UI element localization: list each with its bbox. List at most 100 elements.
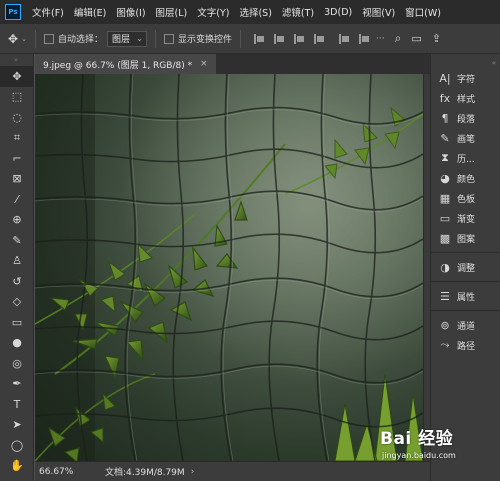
align-top-icon[interactable]	[337, 32, 351, 46]
panel-label: 色板	[457, 194, 476, 205]
toolbar-collapse-icon[interactable]: »	[0, 54, 33, 66]
gradient-tool-icon[interactable]: ▭	[0, 312, 34, 333]
close-icon[interactable]: ×	[200, 59, 208, 69]
type-tool-icon[interactable]: T	[0, 394, 34, 415]
brush-icon: ✎	[440, 131, 450, 145]
document-tab[interactable]: 9.jpeg @ 66.7% (图层 1, RGB/8) * ×	[35, 54, 216, 74]
share-icon[interactable]: ⇪	[432, 32, 441, 45]
panel-color[interactable]: ◕ 颜色	[431, 168, 500, 188]
eyedropper-tool-icon[interactable]: ⁄	[0, 189, 34, 210]
pen-tool-icon[interactable]: ✒	[0, 374, 34, 395]
canvas-image	[35, 74, 423, 461]
document-canvas[interactable]	[35, 74, 423, 461]
swatches-icon: ▦	[439, 191, 451, 205]
search-icon[interactable]: ⌕	[395, 31, 402, 46]
shape-tool-icon[interactable]: ◯	[0, 435, 34, 456]
panel-character[interactable]: A| 字符	[431, 68, 500, 88]
menu-file[interactable]: 文件(F)	[27, 5, 69, 19]
panel-gradients[interactable]: ▭ 渐变	[431, 208, 500, 228]
panel-label: 属性	[457, 292, 476, 303]
more-options-icon[interactable]: ···	[376, 34, 385, 44]
auto-select-value: 图层	[111, 35, 130, 45]
menu-filter[interactable]: 滤镜(T)	[277, 5, 319, 19]
panel-collapse-icon[interactable]: «	[431, 58, 500, 68]
gradient-icon: ▭	[439, 211, 451, 225]
panel-swatches[interactable]: ▦ 色板	[431, 188, 500, 208]
panel-adjustments[interactable]: ◑ 调整	[431, 257, 500, 277]
panel-label: 字符	[457, 74, 476, 85]
panel-channels[interactable]: ⊚ 通道	[431, 315, 500, 335]
vertical-scrollbar[interactable]	[423, 74, 430, 461]
panel-label: 图案	[457, 234, 476, 245]
frame-tool-icon[interactable]: ⊠	[0, 169, 34, 190]
panel-label: 通道	[457, 321, 476, 332]
move-tool-preset-icon[interactable]: ✥	[8, 32, 18, 46]
panel-label: 画笔	[457, 134, 476, 145]
panel-label: 历...	[457, 154, 475, 165]
blur-tool-icon[interactable]: ●	[0, 333, 34, 354]
align-right-icon[interactable]	[292, 32, 306, 46]
align-left-icon[interactable]	[252, 32, 266, 46]
panel-patterns[interactable]: ▩ 图案	[431, 228, 500, 248]
brush-tool-icon[interactable]: ✎	[0, 230, 34, 251]
crop-tool-icon[interactable]: ⌐	[0, 148, 34, 169]
menu-3d[interactable]: 3D(D)	[319, 7, 357, 18]
history-icon: ⧗	[441, 151, 449, 164]
channels-icon: ⊚	[440, 318, 450, 332]
history-brush-tool-icon[interactable]: ↺	[0, 271, 34, 292]
panel-paths[interactable]: ⤳ 路径	[431, 335, 500, 355]
menu-select[interactable]: 选择(S)	[234, 5, 276, 19]
paths-icon: ⤳	[440, 338, 450, 351]
panel-label: 段落	[457, 114, 476, 125]
lasso-tool-icon[interactable]: ◌	[0, 107, 34, 128]
align-vcenter-icon[interactable]	[357, 32, 371, 46]
character-icon: A|	[439, 71, 451, 85]
eraser-tool-icon[interactable]: ◇	[0, 292, 34, 313]
menu-bar: Ps 文件(F) 编辑(E) 图像(I) 图层(L) 文字(Y) 选择(S) 滤…	[0, 0, 500, 24]
watermark-url: jingyan.baidu.com	[382, 451, 456, 460]
document-size: 文档:4.39M/8.79M	[105, 468, 185, 478]
align-hcenter-icon[interactable]	[272, 32, 286, 46]
panel-properties[interactable]: ☰ 属性	[431, 286, 500, 306]
move-tool-icon[interactable]: ✥	[0, 66, 34, 87]
auto-select-dropdown[interactable]: 图层 ⌄	[106, 30, 147, 47]
tools-panel: » ✥ ⬚ ◌ ⌗ ⌐ ⊠ ⁄ ⊕ ✎ ♙ ↺ ◇ ▭ ● ◎ ✒ T ➤ ◯ …	[0, 54, 34, 481]
panel-label: 颜色	[457, 174, 476, 185]
menu-view[interactable]: 视图(V)	[357, 5, 400, 19]
object-select-tool-icon[interactable]: ⌗	[0, 128, 34, 149]
healing-brush-tool-icon[interactable]: ⊕	[0, 210, 34, 231]
photoshop-logo-icon[interactable]: Ps	[5, 4, 21, 20]
menu-type[interactable]: 文字(Y)	[192, 5, 234, 19]
show-transform-checkbox[interactable]	[163, 33, 174, 44]
hand-tool-icon[interactable]: ✋	[0, 456, 34, 477]
clone-stamp-tool-icon[interactable]: ♙	[0, 251, 34, 272]
panel-group-4: ⊚ 通道 ⤳ 路径	[431, 311, 500, 359]
panel-group-3: ☰ 属性	[431, 282, 500, 311]
preset-chevron-icon[interactable]: ⌄	[21, 35, 27, 43]
auto-select-label: 自动选择：	[57, 35, 103, 45]
panel-brush[interactable]: ✎ 画笔	[431, 128, 500, 148]
menu-layer[interactable]: 图层(L)	[151, 5, 193, 19]
panel-history[interactable]: ⧗ 历...	[431, 148, 500, 168]
panel-styles[interactable]: fx 样式	[431, 88, 500, 108]
distribute-icon[interactable]	[312, 32, 326, 46]
properties-icon: ☰	[440, 289, 450, 303]
panel-group-2: ◑ 调整	[431, 253, 500, 282]
panel-paragraph[interactable]: ¶ 段落	[431, 108, 500, 128]
color-icon: ◕	[440, 171, 450, 185]
workspace-icon[interactable]: ▭	[411, 32, 421, 45]
adjustments-icon: ◑	[440, 260, 450, 274]
patterns-icon: ▩	[439, 231, 451, 245]
panel-label: 路径	[457, 341, 476, 352]
menu-window[interactable]: 窗口(W)	[400, 5, 446, 19]
marquee-tool-icon[interactable]: ⬚	[0, 87, 34, 108]
status-menu-arrow-icon[interactable]: ›	[191, 467, 195, 477]
auto-select-checkbox[interactable]	[43, 33, 54, 44]
path-select-tool-icon[interactable]: ➤	[0, 415, 34, 436]
menu-image[interactable]: 图像(I)	[111, 5, 150, 19]
menu-edit[interactable]: 编辑(E)	[69, 5, 111, 19]
paragraph-icon: ¶	[441, 111, 449, 125]
document-tab-title: 9.jpeg @ 66.7% (图层 1, RGB/8) *	[43, 60, 193, 71]
dodge-tool-icon[interactable]: ◎	[0, 353, 34, 374]
zoom-level[interactable]: 66.67%	[39, 467, 87, 477]
